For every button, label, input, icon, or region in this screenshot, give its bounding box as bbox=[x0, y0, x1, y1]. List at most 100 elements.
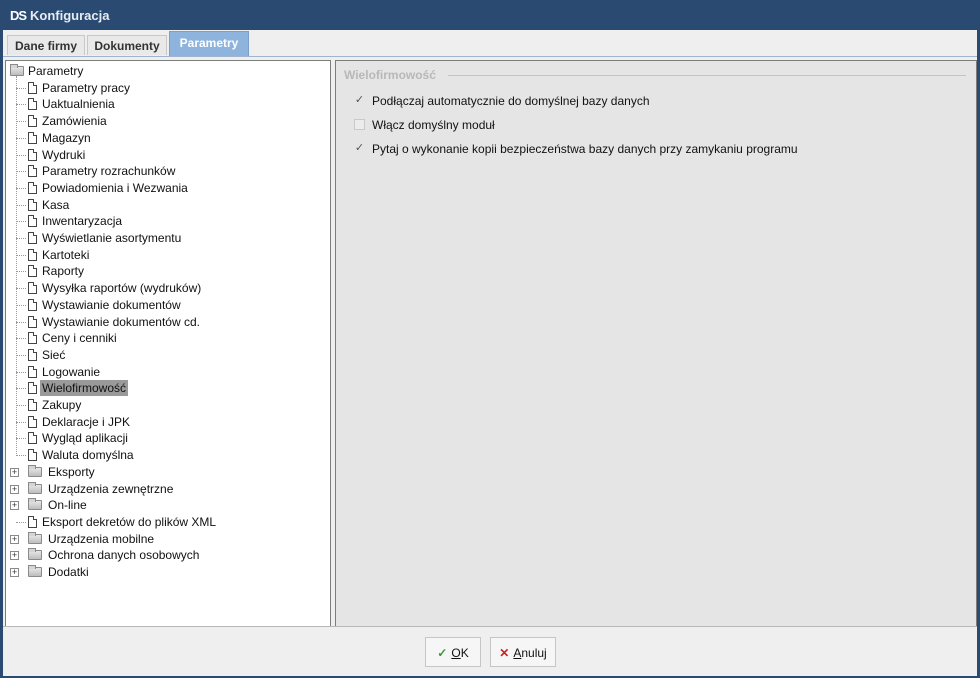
tree-item-wielofirmowosc[interactable]: Wielofirmowość bbox=[6, 380, 326, 397]
tree-item-label: Ochrona danych osobowych bbox=[48, 548, 200, 563]
tree-item-inwentaryzacja[interactable]: Inwentaryzacja bbox=[6, 213, 326, 229]
checkbox-empty-icon[interactable] bbox=[354, 119, 365, 130]
tree-item-label: Zamówienia bbox=[42, 114, 107, 129]
tree-connector bbox=[16, 75, 17, 456]
tree-item-raporty[interactable]: Raporty bbox=[6, 263, 326, 279]
button-bar: ✓ OK ✕ Anuluj bbox=[3, 626, 977, 676]
tree-item-kasa[interactable]: Kasa bbox=[6, 197, 326, 213]
tree-item-dodatki[interactable]: + Dodatki bbox=[6, 564, 326, 580]
config-window: DS Konfiguracja Dane firmy Dokumenty Par… bbox=[0, 0, 980, 678]
document-icon bbox=[28, 131, 37, 144]
tree-connector bbox=[16, 405, 26, 406]
document-icon bbox=[28, 115, 37, 128]
tree-connector bbox=[16, 354, 26, 356]
folder-icon bbox=[28, 481, 42, 494]
tree-connector bbox=[16, 371, 26, 373]
tree-connector bbox=[16, 221, 26, 223]
title-bar[interactable]: DS Konfiguracja bbox=[0, 0, 980, 30]
tree-connector bbox=[16, 338, 26, 340]
tree-item-label: Sieć bbox=[42, 347, 66, 362]
tree-item-deklaracje-i-jpk[interactable]: Deklaracje i JPK bbox=[6, 414, 326, 430]
tree-item-eksport-dekretow-do-plikow-xml[interactable]: Eksport dekretów do plików XML bbox=[6, 514, 326, 530]
tree-connector bbox=[16, 238, 26, 239]
expand-icon[interactable]: + bbox=[10, 534, 19, 544]
tree-item-label: On-line bbox=[48, 498, 87, 513]
tab-parametry[interactable]: Parametry bbox=[169, 31, 249, 56]
tree-item-magazyn[interactable]: Magazyn bbox=[6, 130, 326, 146]
app-logo: DS bbox=[10, 8, 27, 23]
document-icon bbox=[28, 415, 37, 428]
tree-connector bbox=[16, 421, 26, 423]
tree-item-urzadzenia-mobilne[interactable]: + Urządzenia mobilne bbox=[6, 531, 326, 547]
tree-item-wysylka-raportow-wydrukow[interactable]: Wysyłka raportów (wydruków) bbox=[6, 280, 326, 296]
tree-item-label: Inwentaryzacja bbox=[42, 214, 123, 229]
expand-icon[interactable]: + bbox=[10, 551, 19, 561]
tab-dane-firmy[interactable]: Dane firmy bbox=[7, 35, 85, 55]
expand-icon[interactable]: + bbox=[10, 568, 19, 577]
tree-item-kartoteki[interactable]: Kartoteki bbox=[6, 247, 326, 263]
document-icon bbox=[28, 315, 37, 328]
tree-item-waluta-domyslna[interactable]: Waluta domyślna bbox=[6, 447, 326, 463]
folder-open-icon bbox=[10, 64, 24, 76]
tree-connector bbox=[16, 438, 26, 440]
expand-icon[interactable]: + bbox=[10, 467, 19, 477]
tree-item-logowanie[interactable]: Logowanie bbox=[6, 364, 326, 380]
document-icon bbox=[28, 81, 37, 94]
tree-item-urzadzenia-zewnetrzne[interactable]: + Urządzenia zewnętrzne bbox=[6, 481, 326, 497]
tree-connector bbox=[16, 137, 26, 139]
tree-item-wystawianie-dokumentow[interactable]: Wystawianie dokumentów bbox=[6, 297, 326, 313]
document-icon bbox=[28, 332, 37, 345]
group-divider bbox=[448, 75, 966, 76]
document-icon bbox=[28, 148, 37, 161]
document-icon bbox=[28, 248, 37, 261]
tree-connector bbox=[16, 87, 26, 89]
tree-connector bbox=[16, 271, 26, 273]
tree-item-parametry-rozrachunkow[interactable]: Parametry rozrachunków bbox=[6, 163, 326, 179]
tree-item-label: Powiadomienia i Wezwania bbox=[42, 180, 188, 195]
document-icon bbox=[28, 181, 37, 194]
tree-item-siec[interactable]: Sieć bbox=[6, 347, 326, 363]
tree-item-label: Dodatki bbox=[48, 565, 89, 579]
tree-item-label: Zakupy bbox=[42, 398, 82, 412]
tree-item-wyglad-aplikacji[interactable]: Wygląd aplikacji bbox=[6, 430, 326, 446]
tree-connector bbox=[16, 171, 26, 173]
tree-item-label: Urządzenia zewnętrzne bbox=[48, 481, 174, 496]
tab-dokumenty[interactable]: Dokumenty bbox=[87, 35, 167, 55]
cancel-button[interactable]: ✕ Anuluj bbox=[490, 637, 556, 667]
document-icon bbox=[28, 515, 37, 528]
tree-item-wyswietlanie-asortymentu[interactable]: Wyświetlanie asortymentu bbox=[6, 230, 326, 246]
tree-connector bbox=[16, 388, 26, 390]
document-icon bbox=[28, 282, 37, 295]
expand-icon[interactable]: + bbox=[10, 484, 19, 494]
tree-item-wystawianie-dokumentow-cd[interactable]: Wystawianie dokumentów cd. bbox=[6, 314, 326, 330]
tree-item-label: Wysyłka raportów (wydruków) bbox=[42, 281, 202, 296]
checkmark-icon[interactable]: ✓ bbox=[354, 143, 365, 154]
tree-item-powiadomienia-i-wezwania[interactable]: Powiadomienia i Wezwania bbox=[6, 180, 326, 196]
checkmark-icon[interactable]: ✓ bbox=[354, 95, 365, 106]
option-label: Podłączaj automatycznie do domyślnej baz… bbox=[372, 94, 650, 108]
tree-item-eksporty[interactable]: + Eksporty bbox=[6, 464, 326, 480]
tree-item-ceny-i-cenniki[interactable]: Ceny i cenniki bbox=[6, 330, 326, 346]
tree-item-wydruki[interactable]: Wydruki bbox=[6, 147, 326, 163]
tree-item-uaktualnienia[interactable]: Uaktualnienia bbox=[6, 96, 326, 112]
expand-icon[interactable]: + bbox=[10, 501, 19, 511]
tree-item-parametry-pracy[interactable]: Parametry pracy bbox=[6, 80, 326, 96]
tree-item-label: Waluta domyślna bbox=[42, 448, 134, 463]
tree-item-label: Eksport dekretów do plików XML bbox=[42, 514, 217, 529]
tree-item-on-line[interactable]: + On-line bbox=[6, 497, 326, 513]
option-label: Włącz domyślny moduł bbox=[372, 118, 495, 132]
document-icon bbox=[28, 365, 37, 378]
tree-item-label: Ceny i cenniki bbox=[42, 331, 117, 346]
tree-item-label: Wygląd aplikacji bbox=[42, 431, 128, 446]
group-title: Wielofirmowość bbox=[344, 68, 436, 82]
tree-item-ochrona-danych-osobowych[interactable]: + Ochrona danych osobowych bbox=[6, 547, 326, 563]
ok-button[interactable]: ✓ OK bbox=[425, 637, 481, 667]
tree-item-zamowienia[interactable]: Zamówienia bbox=[6, 113, 326, 129]
tree-item-label: Parametry pracy bbox=[42, 80, 131, 95]
window-title: Konfiguracja bbox=[30, 8, 110, 23]
tree-item-label: Raporty bbox=[42, 264, 85, 279]
settings-tree[interactable]: Parametry Parametry pracy Uaktualnienia Zam… bbox=[5, 60, 331, 656]
tree-item-zakupy[interactable]: Zakupy bbox=[6, 397, 326, 413]
folder-icon bbox=[28, 565, 42, 577]
settings-panel: Wielofirmowość ✓ Podłączaj automatycznie … bbox=[335, 60, 977, 656]
